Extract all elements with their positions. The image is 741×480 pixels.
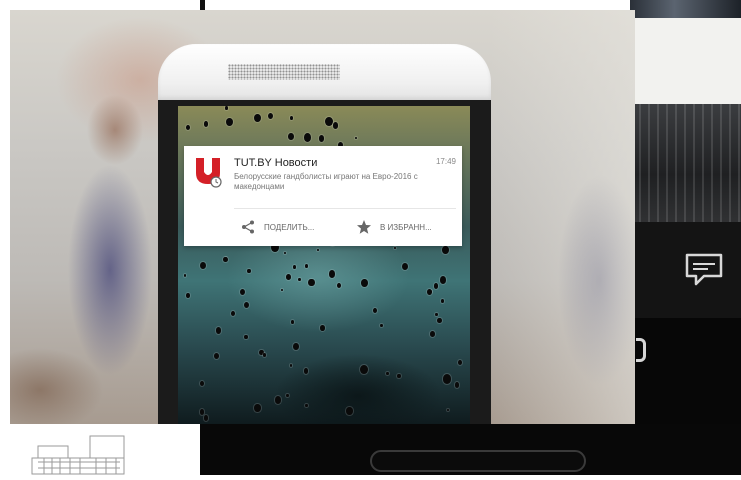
background-light-panel [630, 18, 741, 104]
favorite-action-button[interactable]: В ИЗБРАНН... [356, 218, 432, 236]
push-notification[interactable]: TUT.BY Новости 17:49 Белорусские гандбол… [184, 146, 462, 246]
raindrop [297, 277, 302, 282]
raindrop [430, 331, 436, 337]
raindrop [454, 382, 460, 389]
raindrop [268, 112, 274, 119]
raindrop [186, 293, 191, 298]
raindrop [386, 371, 390, 375]
raindrop [253, 113, 261, 123]
raindrop [239, 288, 245, 296]
notification-divider [234, 208, 456, 209]
partial-icon [636, 338, 646, 362]
raindrop [308, 278, 315, 287]
raindrop [441, 299, 445, 303]
raindrop [292, 342, 299, 350]
raindrop [274, 396, 282, 404]
raindrop [283, 251, 286, 255]
raindrop [280, 288, 283, 292]
raindrop [225, 106, 228, 110]
raindrop [247, 268, 252, 274]
raindrop [401, 262, 409, 271]
building-sketch-image [30, 432, 130, 475]
background-photo-strip [630, 0, 741, 18]
raindrop [442, 246, 449, 255]
star-icon [357, 220, 371, 234]
notification-text: Белорусские гандболисты играют на Евро-2… [234, 172, 418, 191]
raindrop [361, 279, 368, 287]
notification-time: 17:49 [435, 157, 456, 166]
raindrop [325, 116, 333, 127]
raindrop [262, 352, 267, 357]
raindrop [394, 246, 397, 250]
favorite-action-label: В ИЗБРАНН... [380, 222, 432, 232]
raindrop [427, 289, 433, 295]
raindrop [285, 274, 291, 280]
raindrop [203, 120, 209, 127]
raindrop [443, 374, 451, 384]
raindrop [439, 276, 447, 285]
raindrop [286, 393, 289, 398]
raindrop [226, 117, 234, 127]
raindrop [346, 406, 353, 415]
raindrop [318, 135, 325, 143]
share-icon [242, 220, 254, 234]
raindrop [317, 249, 320, 252]
raindrop [213, 353, 219, 360]
raindrop [372, 307, 378, 314]
raindrop [355, 137, 358, 140]
speaker-grille [228, 64, 340, 80]
phone-top-bezel [158, 44, 491, 100]
raindrop [359, 364, 368, 375]
raindrop [243, 301, 249, 308]
raindrop [199, 409, 205, 416]
raindrop [305, 404, 308, 408]
raindrop [380, 323, 384, 328]
notification-app-title: TUT.BY Новости [234, 157, 318, 169]
raindrop [203, 415, 209, 421]
raindrop [244, 334, 249, 340]
chat-bubble-icon[interactable] [684, 252, 724, 288]
raindrop [199, 261, 206, 269]
raindrop [289, 115, 293, 120]
raindrop [215, 327, 222, 334]
raindrop [222, 256, 228, 263]
raindrop [200, 380, 205, 386]
raindrop [230, 311, 235, 317]
raindrop [304, 132, 312, 142]
raindrop [185, 124, 190, 130]
raindrop [304, 263, 309, 269]
raindrop [433, 283, 439, 289]
raindrop [337, 282, 342, 288]
raindrop [397, 373, 401, 379]
raindrop [303, 367, 309, 374]
share-action-button[interactable]: ПОДЕЛИТЬ... [240, 218, 314, 236]
share-action-label: ПОДЕЛИТЬ... [264, 222, 315, 232]
raindrop [332, 122, 339, 130]
raindrop [292, 265, 297, 270]
raindrop [287, 133, 294, 140]
raindrop [289, 363, 293, 368]
raindrop [328, 270, 336, 279]
raindrop [435, 312, 438, 316]
photo-glow [490, 10, 635, 424]
raindrop [184, 273, 187, 277]
phone-home-bar [370, 450, 586, 472]
raindrop [290, 319, 294, 324]
raindrop [437, 317, 443, 324]
raindrop [254, 404, 261, 413]
raindrop [457, 360, 462, 365]
raindrop [446, 408, 449, 412]
tutby-logo-icon [194, 156, 222, 188]
raindrop [320, 325, 325, 331]
background-building-photo [630, 104, 741, 222]
